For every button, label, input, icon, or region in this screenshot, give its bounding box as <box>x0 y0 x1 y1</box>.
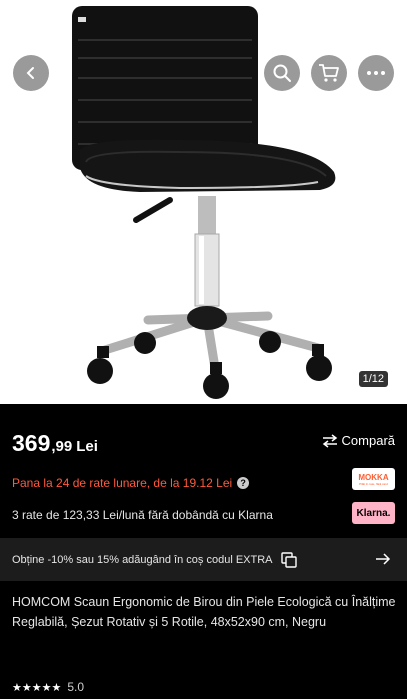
compare-button[interactable]: Compară <box>322 433 395 448</box>
mokka-logo: MOKKA Plăți în rate, fără card <box>352 468 395 490</box>
arrow-right-icon[interactable] <box>375 552 391 566</box>
promo-banner[interactable]: Obține -10% sau 15% adăugând în coș codu… <box>0 538 407 581</box>
rating-value: 5.0 <box>67 680 84 694</box>
mokka-logo-text: MOKKA <box>358 472 389 482</box>
search-button[interactable] <box>264 55 300 91</box>
mokka-logo-subtext: Plăți în rate, fără card <box>359 481 388 486</box>
product-image[interactable] <box>0 0 407 404</box>
image-counter: 1/12 <box>358 371 388 387</box>
promo-text: Obține -10% sau 15% adăugând în coș codu… <box>12 553 273 566</box>
rating-stars: ★★★★★ <box>12 681 62 694</box>
copy-icon[interactable] <box>280 551 297 568</box>
product-title: HOMCOM Scaun Ergonomic de Birou din Piel… <box>12 595 396 629</box>
more-icon <box>367 71 385 75</box>
price-currency: Lei <box>76 438 98 455</box>
klarna-offer-text: 3 rate de 123,33 Lei/lună fără dobândă c… <box>12 508 273 522</box>
compare-arrows-icon <box>322 433 337 448</box>
price: 369 ,99 Lei <box>12 430 98 457</box>
klarna-logo: Klarna. <box>352 502 395 524</box>
price-integer: 369 <box>12 430 51 456</box>
back-button[interactable] <box>13 55 49 91</box>
cart-button[interactable] <box>311 55 347 91</box>
compare-label: Compară <box>341 433 395 448</box>
help-icon[interactable]: ? <box>237 477 250 489</box>
price-decimal: ,99 <box>51 438 73 455</box>
product-info-panel: 369 ,99 Lei Compară Pana la 24 de rate l… <box>0 404 407 699</box>
product-gallery[interactable]: 1/12 <box>0 0 407 404</box>
product-rating[interactable]: ★★★★★ 5.0 <box>12 680 84 694</box>
installments-text: Pana la 24 de rate lunare, de la 19.12 L… <box>12 476 233 490</box>
chevron-left-icon <box>26 67 34 79</box>
search-icon <box>273 64 291 82</box>
cart-icon <box>319 64 339 82</box>
installments-offer[interactable]: Pana la 24 de rate lunare, de la 19.12 L… <box>12 476 250 490</box>
more-options-button[interactable] <box>358 55 394 91</box>
